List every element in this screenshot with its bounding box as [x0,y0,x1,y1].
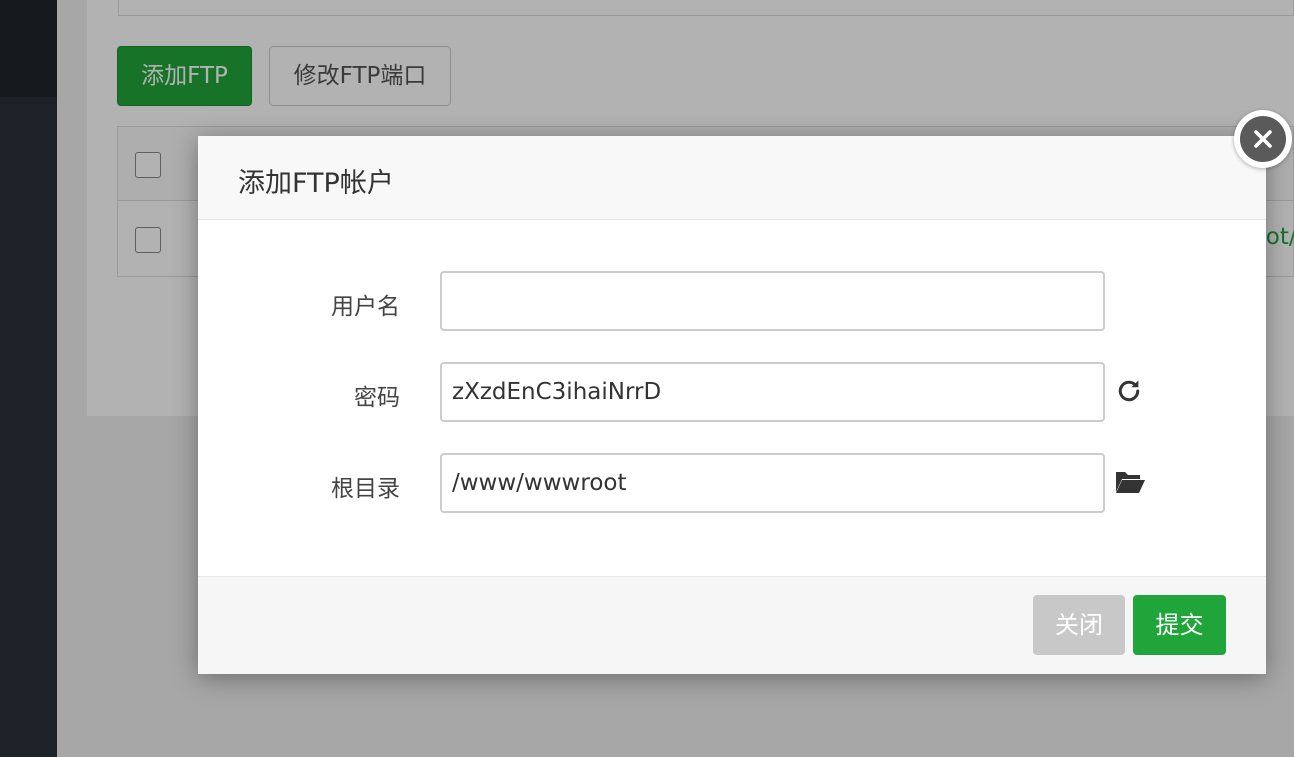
submit-button[interactable]: 提交 [1133,595,1226,655]
password-input[interactable] [440,362,1105,422]
folder-open-icon[interactable] [1114,467,1146,499]
close-button[interactable]: 关闭 [1033,595,1125,655]
refresh-icon[interactable] [1114,376,1146,408]
add-ftp-dialog: 添加FTP帐户 用户名 密码 根目录 关闭 提交 [198,136,1266,674]
username-input[interactable] [440,271,1105,331]
password-label: 密码 [354,385,400,411]
root-dir-label: 根目录 [331,476,400,502]
root-dir-input[interactable] [440,453,1105,513]
password-row: 密码 [198,362,1266,422]
username-label: 用户名 [331,294,400,320]
dialog-title: 添加FTP帐户 [238,168,394,199]
username-row: 用户名 [198,271,1266,331]
dialog-footer: 关闭 提交 [198,576,1266,674]
dialog-close-button[interactable] [1234,110,1292,168]
close-icon [1240,116,1286,162]
root-dir-row: 根目录 [198,453,1266,513]
dialog-header: 添加FTP帐户 [198,136,1266,220]
